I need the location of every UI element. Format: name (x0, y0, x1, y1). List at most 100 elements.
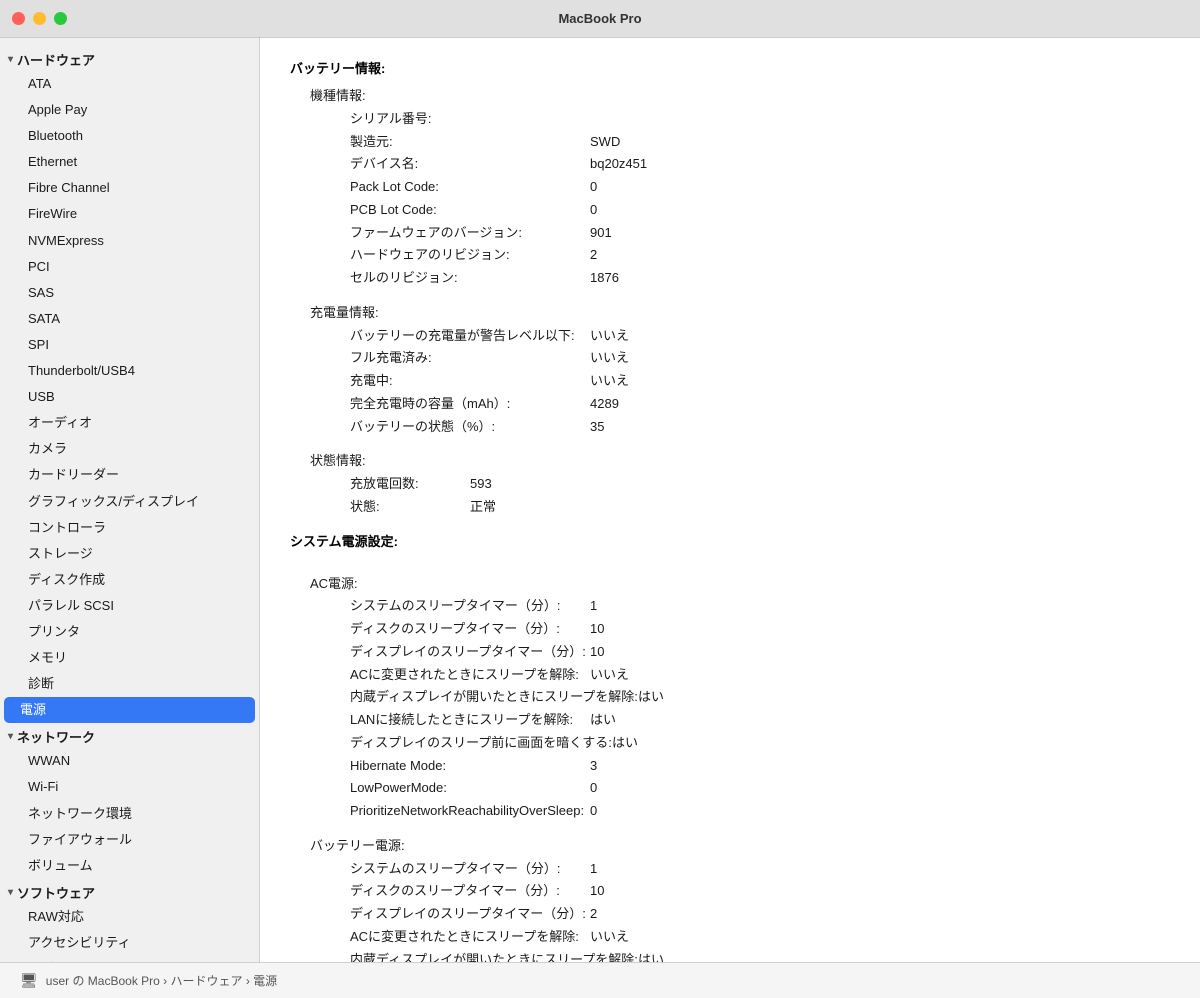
sidebar-item-graphics[interactable]: グラフィックス/ディスプレイ (0, 489, 259, 515)
status-info-row: 状態情報: (310, 450, 1170, 473)
ac-builtin-wake-value: はい (638, 686, 664, 709)
sidebar-item-wifi[interactable]: Wi-Fi (0, 774, 259, 800)
ac-hibernate-row: Hibernate Mode: 3 (330, 755, 1170, 778)
firmware-row: ファームウェアのバージョン: 901 (330, 222, 1170, 245)
sidebar-item-memory[interactable]: メモリ (0, 645, 259, 671)
sidebar-item-storage[interactable]: ストレージ (0, 541, 259, 567)
bat-builtin-wake-row: 内蔵ディスプレイが開いたときにスリープを解除: はい (330, 949, 1170, 963)
firmware-value: 901 (590, 222, 612, 245)
ac-disk-sleep-row: ディスクのスリープタイマー（分）: 10 (330, 618, 1170, 641)
device-name-label: デバイス名: (330, 153, 590, 176)
sidebar-item-raw[interactable]: RAW対応 (0, 904, 259, 930)
sidebar-group-network[interactable]: ▾ ネットワーク (0, 723, 259, 748)
bat-disk-sleep-value: 10 (590, 880, 604, 903)
pcb-lot-label: PCB Lot Code: (330, 199, 590, 222)
battery-power-label: バッテリー電源: (310, 835, 570, 858)
window-controls (12, 12, 67, 25)
charge-info-details: バッテリーの充電量が警告レベル以下: いいえ フル充電済み: いいえ 充電中: … (330, 325, 1170, 439)
chevron-down-icon: ▾ (8, 54, 13, 65)
bat-display-sleep-row: ディスプレイのスリープタイマー（分）: 2 (330, 903, 1170, 926)
ac-sys-sleep-label: システムのスリープタイマー（分）: (330, 595, 590, 618)
condition-row: 状態: 正常 (330, 496, 1170, 519)
pcb-lot-row: PCB Lot Code: 0 (330, 199, 1170, 222)
sidebar-group-hardware[interactable]: ▾ ハードウェア (0, 46, 259, 71)
ac-builtin-wake-label: 内蔵ディスプレイが開いたときにスリープを解除: (330, 686, 638, 709)
close-button[interactable] (12, 12, 25, 25)
sidebar-item-controller[interactable]: コントローラ (0, 515, 259, 541)
sidebar-item-sata[interactable]: SATA (0, 306, 259, 332)
battery-warning-label: バッテリーの充電量が警告レベル以下: (330, 325, 590, 348)
sidebar-item-parallel-scsi[interactable]: パラレル SCSI (0, 593, 259, 619)
full-capacity-value: 4289 (590, 393, 619, 416)
sidebar-item-camera[interactable]: カメラ (0, 436, 259, 462)
ac-prevent-sleep-label: ACに変更されたときにスリープを解除: (330, 664, 590, 687)
minimize-button[interactable] (33, 12, 46, 25)
ac-hibernate-label: Hibernate Mode: (330, 755, 590, 778)
ac-display-dim-value: はい (612, 732, 638, 755)
hardware-rev-value: 2 (590, 244, 597, 267)
bat-disk-sleep-row: ディスクのスリープタイマー（分）: 10 (330, 880, 1170, 903)
status-info-details: 充放電回数: 593 状態: 正常 (330, 473, 1170, 519)
sidebar-item-sas[interactable]: SAS (0, 280, 259, 306)
sidebar-item-network-env[interactable]: ネットワーク環境 (0, 801, 259, 827)
sidebar-item-fibre-channel[interactable]: Fibre Channel (0, 175, 259, 201)
maximize-button[interactable] (54, 12, 67, 25)
bat-display-sleep-label: ディスプレイのスリープタイマー（分）: (330, 903, 590, 926)
sidebar-item-diagnostics[interactable]: 診断 (0, 671, 259, 697)
sidebar-item-firewall[interactable]: ファイアウォール (0, 827, 259, 853)
chevron-down-icon-software: ▾ (8, 887, 13, 898)
ac-prioritize-row: PrioritizeNetworkReachabilityOverSleep: … (330, 800, 1170, 823)
sidebar-item-volume[interactable]: ボリューム (0, 853, 259, 879)
bat-display-sleep-value: 2 (590, 903, 597, 926)
sidebar-group-software[interactable]: ▾ ソフトウェア (0, 879, 259, 904)
full-charge-value: いいえ (590, 347, 629, 370)
chevron-down-icon-network: ▾ (8, 731, 13, 742)
sidebar-item-pci[interactable]: PCI (0, 254, 259, 280)
cell-rev-label: セルのリビジョン: (330, 267, 590, 290)
sidebar-item-disk-create[interactable]: ディスク作成 (0, 567, 259, 593)
cycle-count-row: 充放電回数: 593 (330, 473, 1170, 496)
sidebar-item-thunderbolt[interactable]: Thunderbolt/USB4 (0, 358, 259, 384)
battery-warning-row: バッテリーの充電量が警告レベル以下: いいえ (330, 325, 1170, 348)
ac-display-sleep-label: ディスプレイのスリープタイマー（分）: (330, 641, 590, 664)
sidebar-group-hardware-label: ハードウェア (17, 50, 95, 69)
condition-label: 状態: (330, 496, 470, 519)
bat-sys-sleep-label: システムのスリープタイマー（分）: (330, 858, 590, 881)
ac-display-sleep-row: ディスプレイのスリープタイマー（分）: 10 (330, 641, 1170, 664)
sidebar-item-accessibility[interactable]: アクセシビリティ (0, 930, 259, 956)
hardware-rev-label: ハードウェアのリビジョン: (330, 244, 590, 267)
bat-builtin-wake-label: 内蔵ディスプレイが開いたときにスリープを解除: (330, 949, 638, 963)
serial-row: シリアル番号: (330, 108, 1170, 131)
sidebar-item-card-reader[interactable]: カードリーダー (0, 462, 259, 488)
ac-prevent-sleep-row: ACに変更されたときにスリープを解除: いいえ (330, 664, 1170, 687)
sidebar-item-apple-pay[interactable]: Apple Pay (0, 97, 259, 123)
ac-sys-sleep-value: 1 (590, 595, 597, 618)
sidebar-item-firewire[interactable]: FireWire (0, 201, 259, 227)
sidebar-item-printer[interactable]: プリンタ (0, 619, 259, 645)
titlebar: MacBook Pro (0, 0, 1200, 38)
status-info-label: 状態情報: (310, 450, 570, 473)
main-area: ▾ ハードウェア ATA Apple Pay Bluetooth Etherne… (0, 38, 1200, 962)
charge-info-row: 充電量情報: (310, 302, 1170, 325)
sidebar-item-nvmexpress[interactable]: NVMExpress (0, 228, 259, 254)
ac-lan-wake-row: LANに接続したときにスリープを解除: はい (330, 709, 1170, 732)
charging-row: 充電中: いいえ (330, 370, 1170, 393)
model-info-row: 機種情報: (310, 85, 1170, 108)
sidebar-item-usb[interactable]: USB (0, 384, 259, 410)
sidebar-group-network-label: ネットワーク (17, 727, 95, 746)
sidebar-item-spi[interactable]: SPI (0, 332, 259, 358)
cell-rev-value: 1876 (590, 267, 619, 290)
manufacturer-value: SWD (590, 131, 620, 154)
battery-pct-label: バッテリーの状態（%）: (330, 416, 590, 439)
sidebar-item-power[interactable]: 電源 (4, 697, 255, 723)
sidebar-item-audio[interactable]: オーディオ (0, 410, 259, 436)
ac-low-power-value: 0 (590, 777, 597, 800)
sidebar-item-wwan[interactable]: WWAN (0, 748, 259, 774)
ac-power-section: AC電源: システムのスリープタイマー（分）: 1 ディスクのスリープタイマー（… (310, 573, 1170, 963)
sidebar-item-bluetooth[interactable]: Bluetooth (0, 123, 259, 149)
sidebar-item-ata[interactable]: ATA (0, 71, 259, 97)
breadcrumb-bar: 🖥 user の MacBook Pro › ハードウェア › 電源 (0, 962, 1200, 998)
sidebar-item-ethernet[interactable]: Ethernet (0, 149, 259, 175)
charging-label: 充電中: (330, 370, 590, 393)
charge-info-label: 充電量情報: (310, 302, 570, 325)
